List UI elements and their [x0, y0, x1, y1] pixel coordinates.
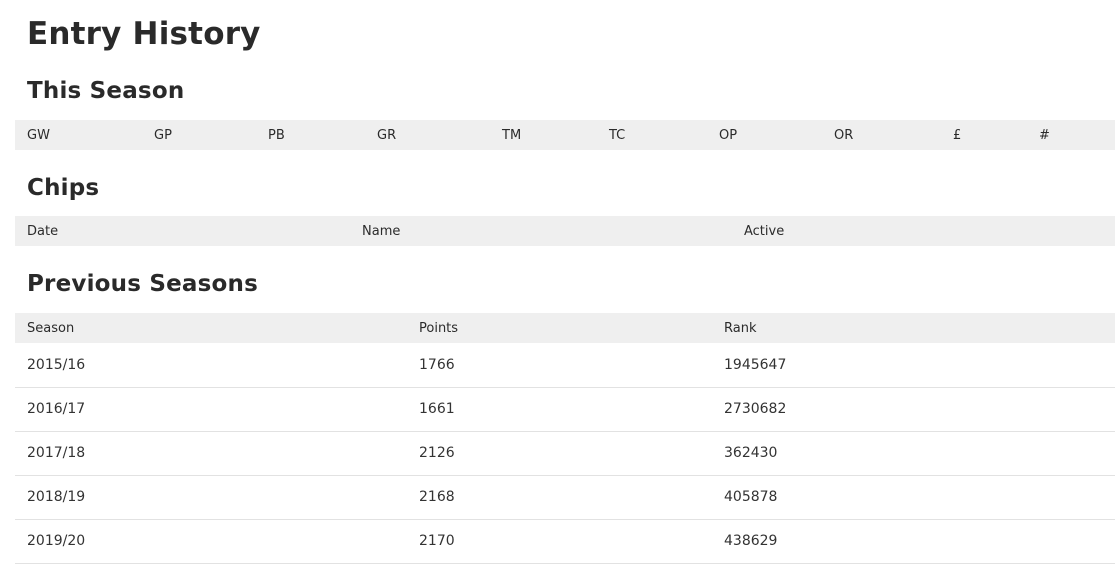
- points-cell: 2168: [407, 475, 712, 520]
- page-title: Entry History: [27, 16, 261, 52]
- this-season-header-row: GW GP PB GR TM TC OP OR £ #: [15, 120, 1115, 150]
- column-header-tc: TC: [609, 127, 626, 143]
- points-cell: 1766: [407, 343, 712, 388]
- previous-seasons-header-row: Season Points Rank: [15, 313, 1115, 343]
- entry-history-page: Entry History This Season GW GP PB GR TM…: [0, 0, 1116, 570]
- season-cell: 2018/19: [15, 475, 407, 520]
- column-header-name: Name: [362, 223, 401, 239]
- column-header-or: OR: [834, 127, 854, 143]
- column-header-rank: Rank: [724, 320, 757, 336]
- table-row: 2018/19 2168 405878: [15, 475, 1115, 520]
- column-header-gw: GW: [27, 127, 50, 143]
- rank-cell: 2730682: [712, 387, 1115, 432]
- column-header-money: £: [953, 127, 962, 143]
- column-header-tm: TM: [502, 127, 522, 143]
- rank-cell: 405878: [712, 475, 1115, 520]
- column-header-season: Season: [27, 320, 75, 336]
- points-cell: 1661: [407, 387, 712, 432]
- chips-table: Date Name Active: [15, 216, 1115, 246]
- points-cell: 2126: [407, 431, 712, 476]
- rank-cell: 362430: [712, 431, 1115, 476]
- rank-cell: 438629: [712, 519, 1115, 564]
- column-header-points: Points: [419, 320, 459, 336]
- rank-cell: 1945647: [712, 343, 1115, 388]
- table-row: 2017/18 2126 362430: [15, 431, 1115, 476]
- table-row: 2016/17 1661 2730682: [15, 387, 1115, 432]
- column-header-number: #: [1039, 127, 1050, 143]
- points-cell: 2170: [407, 519, 712, 564]
- chips-header-row: Date Name Active: [15, 216, 1115, 246]
- column-header-active: Active: [744, 223, 785, 239]
- table-row: 2019/20 2170 438629: [15, 519, 1115, 564]
- season-cell: 2016/17: [15, 387, 407, 432]
- column-header-gp: GP: [154, 127, 172, 143]
- season-cell: 2015/16: [15, 343, 407, 388]
- chips-heading: Chips: [27, 175, 100, 201]
- season-cell: 2017/18: [15, 431, 407, 476]
- table-row: 2015/16 1766 1945647: [15, 343, 1115, 388]
- this-season-table: GW GP PB GR TM TC OP OR £ #: [15, 120, 1115, 150]
- column-header-date: Date: [27, 223, 59, 239]
- previous-seasons-table: Season Points Rank 2015/16 1766 1945647 …: [15, 313, 1115, 564]
- column-header-pb: PB: [268, 127, 285, 143]
- column-header-gr: GR: [377, 127, 397, 143]
- season-cell: 2019/20: [15, 519, 407, 564]
- previous-seasons-heading: Previous Seasons: [27, 271, 258, 297]
- column-header-op: OP: [719, 127, 738, 143]
- this-season-heading: This Season: [27, 78, 185, 104]
